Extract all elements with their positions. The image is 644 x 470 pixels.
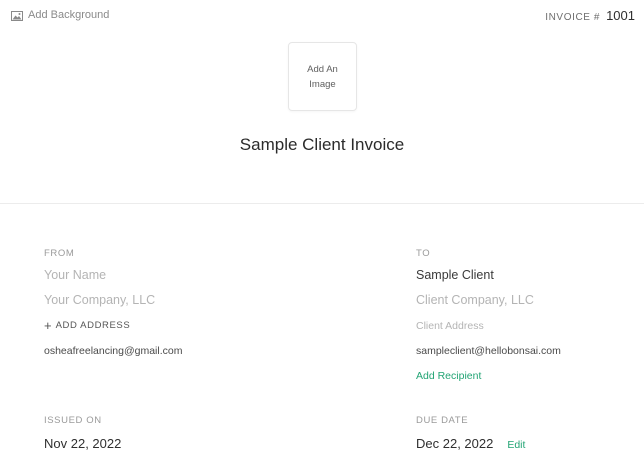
add-background-button[interactable]: Add Background xyxy=(11,9,109,21)
edit-due-date-link[interactable]: Edit xyxy=(507,439,525,451)
plus-icon: + xyxy=(44,317,52,333)
to-caption: TO xyxy=(416,248,431,259)
add-image-button[interactable]: Add An Image xyxy=(288,42,357,111)
from-email-field[interactable]: osheafreelancing@gmail.com xyxy=(44,345,182,357)
due-date-row: Dec 22, 2022 Edit xyxy=(416,436,525,451)
add-recipient-link[interactable]: Add Recipient xyxy=(416,370,481,382)
from-caption: FROM xyxy=(44,248,75,259)
invoice-number-label: INVOICE # xyxy=(545,12,601,23)
issued-on-caption: ISSUED ON xyxy=(44,415,102,426)
due-date-caption: DUE DATE xyxy=(416,415,469,426)
from-company-field[interactable]: Your Company, LLC xyxy=(44,293,155,307)
invoice-header: Add Background INVOICE # 1001 Add An Ima… xyxy=(0,0,644,204)
to-company-field[interactable]: Client Company, LLC xyxy=(416,293,534,307)
to-address-field[interactable]: Client Address xyxy=(416,320,484,332)
to-name-field[interactable]: Sample Client xyxy=(416,268,494,282)
issued-on-value[interactable]: Nov 22, 2022 xyxy=(44,436,121,451)
invoice-number-value[interactable]: 1001 xyxy=(606,8,635,23)
add-address-label: ADD ADDRESS xyxy=(55,320,131,331)
due-date-value: Dec 22, 2022 xyxy=(416,436,494,451)
invoice-number: INVOICE # 1001 xyxy=(545,8,635,23)
add-image-label: Add An Image xyxy=(307,63,338,90)
image-icon xyxy=(11,9,23,21)
add-background-label: Add Background xyxy=(28,9,110,21)
from-name-field[interactable]: Your Name xyxy=(44,268,106,282)
add-address-button[interactable]: + ADD ADDRESS xyxy=(44,317,131,333)
to-email-field[interactable]: sampleclient@hellobonsai.com xyxy=(416,345,561,357)
page-title[interactable]: Sample Client Invoice xyxy=(0,135,644,155)
